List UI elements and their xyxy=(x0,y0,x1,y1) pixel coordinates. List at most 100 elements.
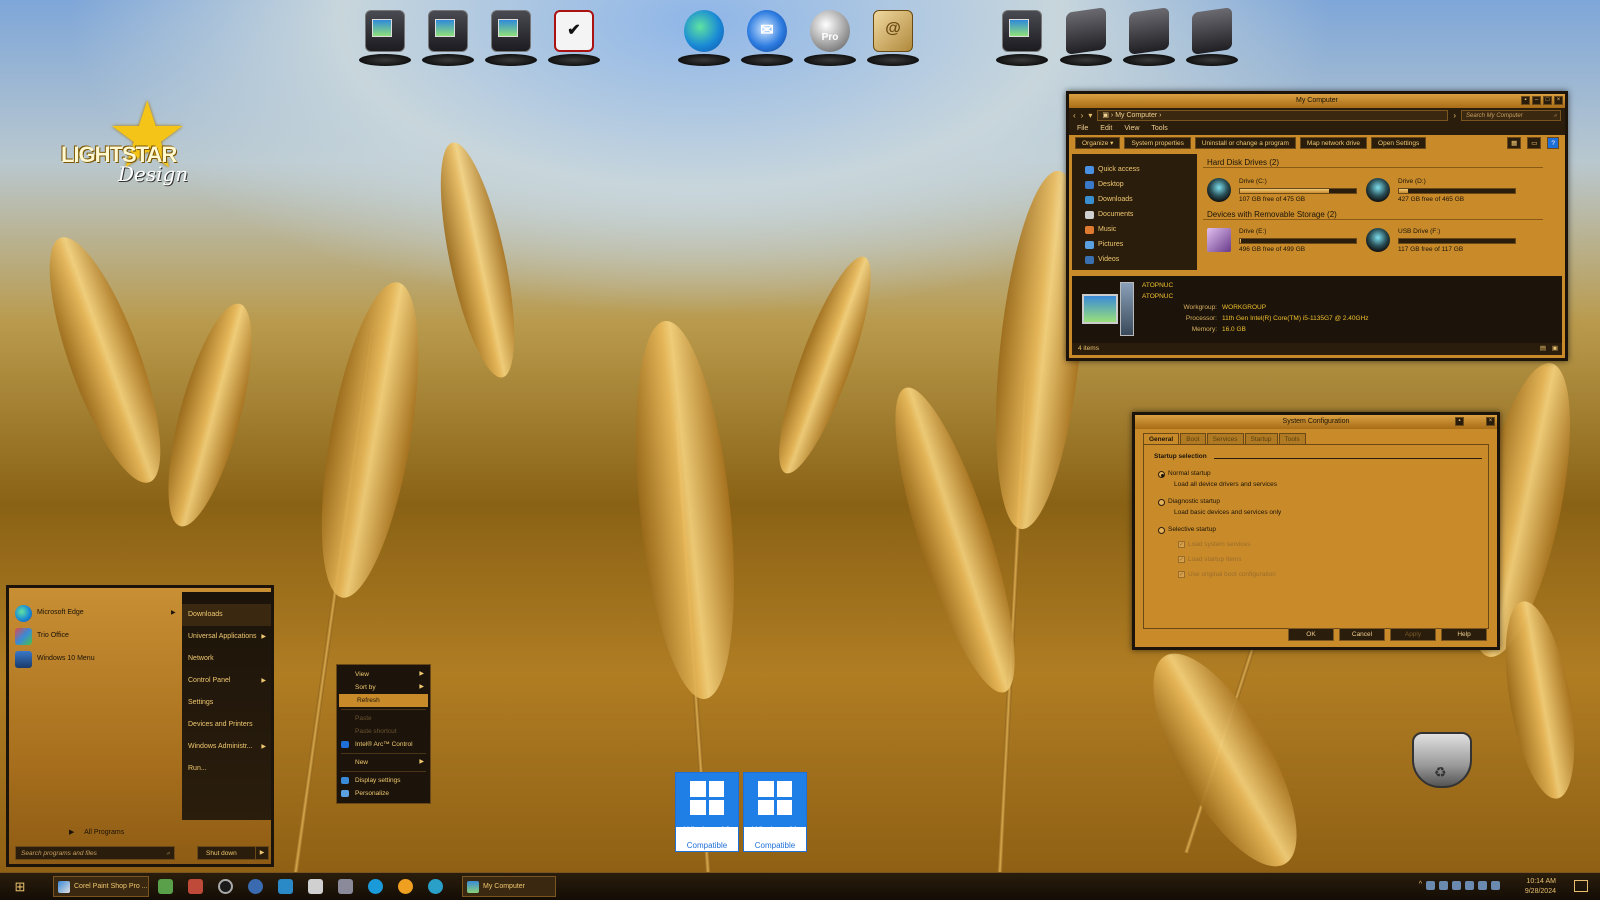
network-icon[interactable] xyxy=(1478,881,1487,890)
this-pc-icon[interactable] xyxy=(357,6,413,66)
load-system-services-checkbox[interactable]: ✓ xyxy=(1178,541,1185,548)
documents-icon[interactable] xyxy=(420,6,476,66)
menu-file[interactable]: File xyxy=(1077,123,1088,135)
minimize-button[interactable]: – xyxy=(1532,96,1541,105)
start-control-panel[interactable]: Control Panel ▶ xyxy=(182,670,271,692)
hard-drive-icon[interactable] xyxy=(1121,6,1177,66)
tab-general[interactable]: General xyxy=(1143,433,1180,444)
shutdown-button[interactable]: Shut down xyxy=(197,846,257,860)
ctx-refresh[interactable]: Refresh xyxy=(339,694,428,707)
calendar-check-icon[interactable]: ✔ xyxy=(546,6,602,66)
clock[interactable]: 10:14 AM 9/28/2024 xyxy=(1525,877,1556,897)
window-titlebar[interactable]: My Computer ▪ – □ × xyxy=(1069,94,1565,108)
browser-app-icon[interactable] xyxy=(428,879,443,894)
nav-documents[interactable]: Documents xyxy=(1072,207,1197,222)
drive-e[interactable]: Drive (E:) 496 GB free of 499 GB xyxy=(1207,226,1367,256)
refresh-icon[interactable]: › xyxy=(1453,111,1456,120)
cancel-button[interactable]: Cancel xyxy=(1339,628,1385,641)
network-pc-icon[interactable] xyxy=(994,6,1050,66)
calendar-app-icon[interactable] xyxy=(188,879,203,894)
load-startup-items-checkbox[interactable]: ✓ xyxy=(1178,556,1185,563)
ctx-paste-shortcut[interactable]: Paste shortcut xyxy=(337,725,430,738)
start-search-input[interactable]: Search programs and files ⌕ xyxy=(15,846,175,860)
ctx-sort-by[interactable]: Sort by ▶ xyxy=(337,681,430,694)
thunderbird-icon[interactable]: ✉ xyxy=(739,6,795,66)
drive-d[interactable]: Drive (D:) 427 GB free of 465 GB xyxy=(1366,176,1526,206)
maximize-button[interactable]: □ xyxy=(1543,96,1552,105)
chevron-down-icon[interactable]: ▾ xyxy=(1088,111,1092,120)
task-my-computer[interactable]: My Computer xyxy=(462,876,556,897)
skype-icon[interactable] xyxy=(368,879,383,894)
weather-icon[interactable] xyxy=(398,879,413,894)
menu-edit[interactable]: Edit xyxy=(1100,123,1112,135)
volume-icon[interactable] xyxy=(1465,881,1474,890)
close-button[interactable]: × xyxy=(1486,417,1495,426)
nav-downloads[interactable]: Downloads xyxy=(1072,192,1197,207)
pinned-trio-office[interactable]: Trio Office xyxy=(15,626,69,646)
window-titlebar[interactable]: System Configuration ▪ × xyxy=(1135,415,1497,429)
menu-icon[interactable]: ▪ xyxy=(1455,417,1464,426)
shutdown-options-button[interactable]: ▶ xyxy=(255,846,269,860)
drive-c[interactable]: Drive (C:) 107 GB free of 475 GB xyxy=(1207,176,1367,206)
computer-tower-icon[interactable] xyxy=(483,6,539,66)
nav-videos[interactable]: Videos xyxy=(1072,252,1197,267)
tiles-view-icon[interactable]: ▣ xyxy=(1552,343,1558,355)
close-button[interactable]: × xyxy=(1554,96,1563,105)
selective-startup-radio[interactable] xyxy=(1158,527,1165,534)
tab-startup[interactable]: Startup xyxy=(1244,433,1278,444)
drive-app-icon[interactable] xyxy=(158,879,173,894)
cursor-app-icon[interactable] xyxy=(248,879,263,894)
nav-desktop[interactable]: Desktop xyxy=(1072,177,1197,192)
menu-tools[interactable]: Tools xyxy=(1151,123,1167,135)
tab-services[interactable]: Services xyxy=(1206,433,1244,444)
edge-icon[interactable] xyxy=(676,6,732,66)
uninstall-program-button[interactable]: Uninstall or change a program xyxy=(1194,137,1296,149)
address-input[interactable]: ▣ › My Computer › xyxy=(1097,110,1449,121)
notification-icon[interactable] xyxy=(1574,880,1588,892)
tab-tools[interactable]: Tools xyxy=(1278,433,1306,444)
all-programs-button[interactable]: ▶ All Programs xyxy=(69,828,124,836)
normal-startup-radio[interactable] xyxy=(1158,471,1165,478)
media-app-icon[interactable] xyxy=(338,879,353,894)
start-devices-printers[interactable]: Devices and Printers xyxy=(182,714,271,736)
camera-app-icon[interactable] xyxy=(218,879,233,894)
bluetooth-icon[interactable] xyxy=(1439,881,1448,890)
start-universal-apps[interactable]: Universal Applications ▶ xyxy=(182,626,271,648)
recycle-bin-icon[interactable]: ♻ xyxy=(1404,726,1480,796)
task-paint-shop-pro[interactable]: Corel Paint Shop Pro ... xyxy=(53,876,149,897)
address-book-icon[interactable]: @ xyxy=(865,6,921,66)
hard-drive-icon[interactable] xyxy=(1058,6,1114,66)
start-settings[interactable]: Settings xyxy=(182,692,271,714)
start-network[interactable]: Network xyxy=(182,648,271,670)
start-downloads[interactable]: Downloads xyxy=(182,604,271,626)
apply-button[interactable]: Apply xyxy=(1390,628,1436,641)
tab-boot[interactable]: Boot xyxy=(1180,433,1206,444)
ok-button[interactable]: OK xyxy=(1288,628,1334,641)
ctx-intel-arc-control[interactable]: Intel® Arc™ Control xyxy=(337,738,430,751)
ctx-display-settings[interactable]: Display settings xyxy=(337,774,430,787)
system-properties-button[interactable]: System properties xyxy=(1124,137,1191,149)
pinned-windows10-menu[interactable]: Windows 10 Menu xyxy=(15,649,95,669)
forward-icon[interactable]: › xyxy=(1081,111,1084,120)
start-button[interactable]: ⊞ xyxy=(8,878,32,896)
help-button[interactable]: Help xyxy=(1441,628,1487,641)
security-icon[interactable] xyxy=(1452,881,1461,890)
menu-icon[interactable]: ▪ xyxy=(1521,96,1530,105)
view-options-icon[interactable]: ▦ xyxy=(1507,137,1522,149)
globe-pro-icon[interactable]: Pro xyxy=(802,6,858,66)
onedrive-icon[interactable] xyxy=(1426,881,1435,890)
drive-f[interactable]: USB Drive (F:) 117 GB free of 117 GB xyxy=(1366,226,1526,256)
ctx-new[interactable]: New ▶ xyxy=(337,756,430,769)
ctx-personalize[interactable]: Personalize xyxy=(337,787,430,800)
preview-pane-icon[interactable]: ▭ xyxy=(1527,137,1542,149)
back-icon[interactable]: ‹ xyxy=(1073,111,1076,120)
menu-view[interactable]: View xyxy=(1124,123,1139,135)
help-icon[interactable]: ? xyxy=(1547,137,1559,149)
ctx-paste[interactable]: Paste xyxy=(337,712,430,725)
search-input[interactable]: Search My Computer ⌕ xyxy=(1461,110,1561,121)
nav-music[interactable]: Music xyxy=(1072,222,1197,237)
pinned-edge[interactable]: Microsoft Edge xyxy=(15,603,84,623)
chevron-up-icon[interactable]: ^ xyxy=(1419,881,1422,888)
map-network-drive-button[interactable]: Map network drive xyxy=(1299,137,1368,149)
shield-icon[interactable] xyxy=(308,879,323,894)
